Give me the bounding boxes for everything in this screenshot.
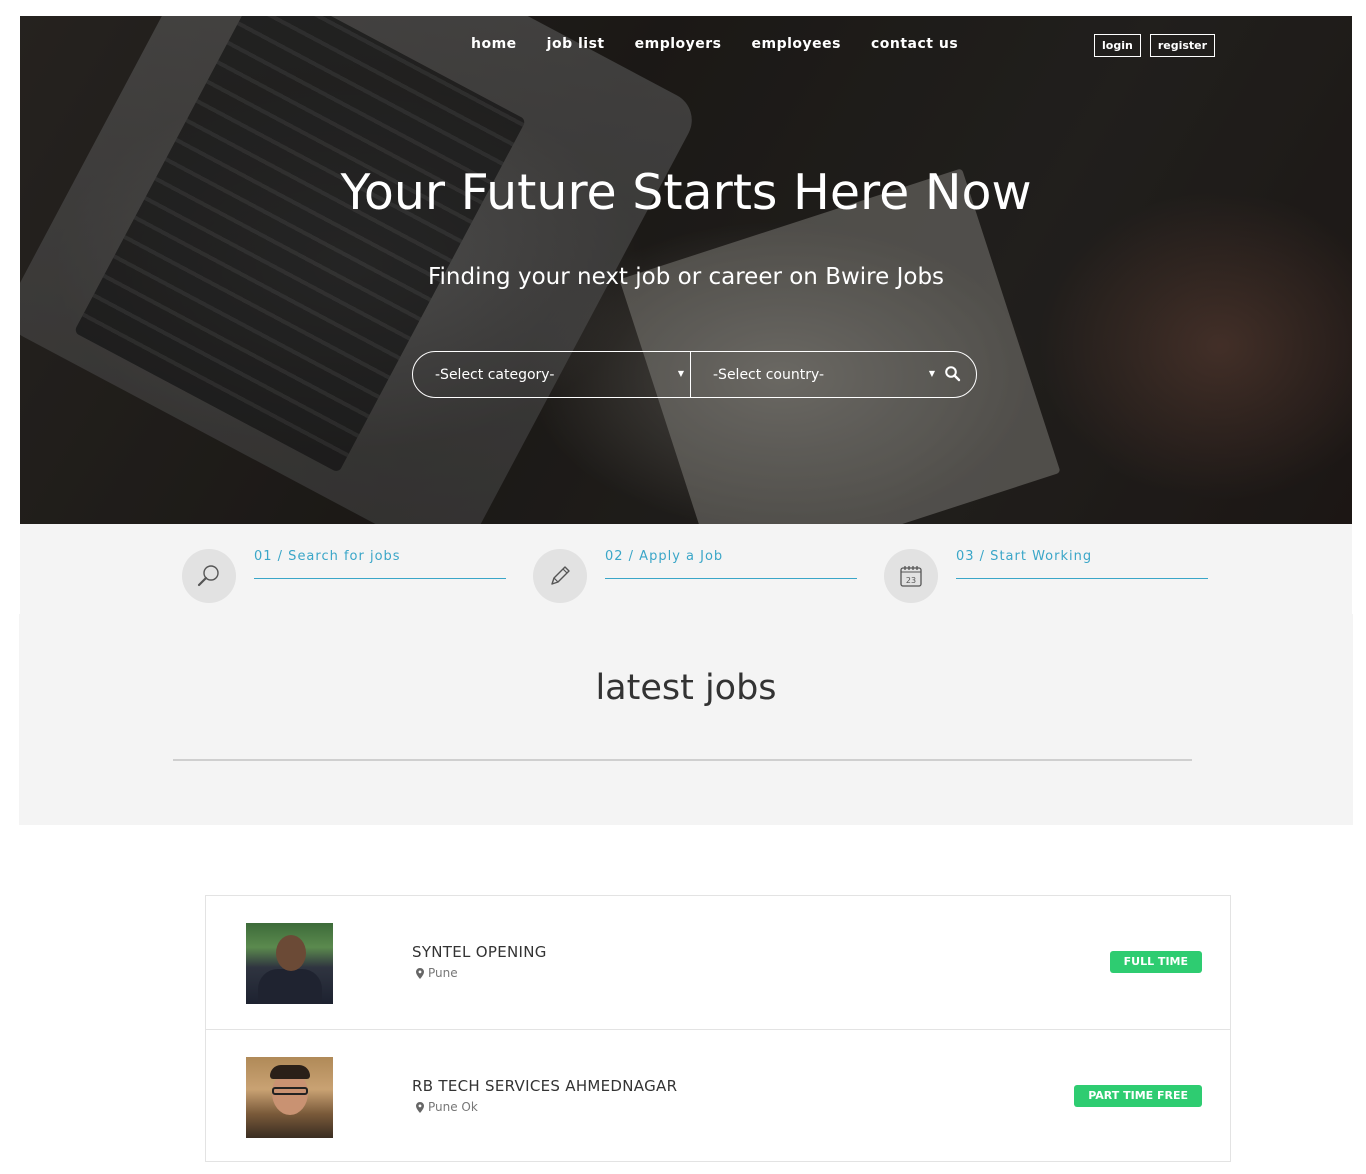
section-divider bbox=[173, 759, 1192, 761]
step-label: 02 / Apply a Job bbox=[605, 549, 724, 564]
step-start-working: 23 03 / Start Working bbox=[884, 524, 1214, 614]
pencil-icon bbox=[551, 566, 570, 585]
category-select[interactable]: -Select category- ▼ bbox=[413, 352, 691, 397]
map-pin-icon bbox=[416, 967, 424, 979]
nav-links: home job list employers employees contac… bbox=[471, 36, 958, 52]
job-type-badge: FULL TIME bbox=[1109, 951, 1202, 973]
company-avatar bbox=[246, 1057, 333, 1138]
step-icon-circle bbox=[182, 549, 236, 603]
company-avatar bbox=[246, 923, 333, 1004]
job-type-badge: PART TIME FREE bbox=[1074, 1085, 1202, 1107]
caret-down-icon: ▼ bbox=[928, 369, 935, 378]
hero-subtitle: Finding your next job or career on Bwire… bbox=[427, 264, 945, 290]
step-apply: 02 / Apply a Job bbox=[533, 524, 863, 614]
step-label: 01 / Search for jobs bbox=[254, 549, 401, 564]
search-icon[interactable] bbox=[944, 365, 962, 383]
step-underline bbox=[956, 578, 1208, 579]
job-location-text: Pune bbox=[428, 966, 458, 980]
job-list: SYNTEL OPENING Pune FULL TIME RB TECH SE… bbox=[205, 895, 1231, 1162]
how-it-works-steps: 01 / Search for jobs 02 / Apply a Job 23 bbox=[20, 524, 1352, 614]
job-location: Pune Ok bbox=[416, 1100, 478, 1114]
register-button[interactable]: register bbox=[1149, 34, 1216, 57]
step-underline bbox=[254, 578, 506, 579]
calendar-icon: 23 bbox=[900, 566, 922, 587]
nav-employees[interactable]: employees bbox=[752, 36, 841, 52]
auth-buttons: login register bbox=[1094, 34, 1216, 57]
step-icon-circle bbox=[533, 549, 587, 603]
step-label: 03 / Start Working bbox=[956, 549, 1093, 564]
calendar-day: 23 bbox=[906, 576, 916, 585]
job-location-text: Pune Ok bbox=[428, 1100, 478, 1114]
country-select[interactable]: -Select country- ▼ bbox=[691, 352, 941, 397]
job-row[interactable]: SYNTEL OPENING Pune FULL TIME bbox=[206, 896, 1230, 1029]
top-navbar: home job list employers employees contac… bbox=[20, 16, 1352, 76]
caret-down-icon: ▼ bbox=[677, 369, 684, 378]
job-title[interactable]: RB TECH SERVICES AHMEDNAGAR bbox=[412, 1077, 677, 1095]
login-button[interactable]: login bbox=[1094, 34, 1141, 57]
hero-section: home job list employers employees contac… bbox=[20, 16, 1352, 524]
nav-job-list[interactable]: job list bbox=[547, 36, 605, 52]
map-pin-icon bbox=[416, 1101, 424, 1113]
step-underline bbox=[605, 578, 857, 579]
step-icon-circle: 23 bbox=[884, 549, 938, 603]
nav-employers[interactable]: employers bbox=[635, 36, 722, 52]
hero-title: Your Future Starts Here Now bbox=[340, 164, 1032, 221]
nav-contact-us[interactable]: contact us bbox=[871, 36, 958, 52]
magnifier-icon bbox=[197, 565, 219, 587]
country-select-value: -Select country- bbox=[713, 366, 825, 383]
nav-home[interactable]: home bbox=[471, 36, 517, 52]
job-title[interactable]: SYNTEL OPENING bbox=[412, 943, 547, 961]
job-row[interactable]: RB TECH SERVICES AHMEDNAGAR Pune Ok PART… bbox=[206, 1029, 1230, 1162]
step-search: 01 / Search for jobs bbox=[182, 524, 512, 614]
job-location: Pune bbox=[416, 966, 458, 980]
category-select-value: -Select category- bbox=[435, 366, 555, 383]
latest-jobs-section: latest jobs bbox=[19, 614, 1353, 825]
job-search-bar: -Select category- ▼ -Select country- ▼ bbox=[412, 351, 977, 398]
latest-jobs-title: latest jobs bbox=[595, 668, 777, 708]
